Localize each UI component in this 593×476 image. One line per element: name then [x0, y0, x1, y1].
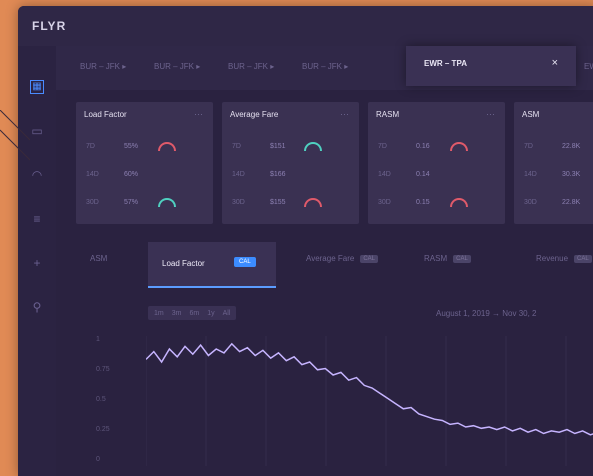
- card-rasm[interactable]: RASM ··· 7D 0.16 14D 0.14 30D 0.15: [368, 102, 505, 224]
- dashboard-icon[interactable]: ▦: [30, 80, 44, 94]
- chart-icon[interactable]: ◠: [30, 168, 44, 182]
- gauge-icon: [450, 142, 468, 151]
- series-line: [146, 342, 593, 436]
- card-row: 14D 30.3K: [524, 171, 581, 178]
- load-factor-chart[interactable]: [146, 336, 593, 476]
- card-title: RASM: [376, 110, 400, 119]
- card-asm[interactable]: ASM 7D 22.8K 14D 30.3K 30D 22.8K: [514, 102, 593, 224]
- route-tab-label: EWR – TPA: [424, 59, 467, 68]
- card-row: 7D $151: [222, 138, 359, 160]
- user-icon[interactable]: ⚲: [30, 300, 44, 314]
- card-title: Load Factor: [84, 110, 127, 119]
- tab-rasm[interactable]: RASM CAL: [424, 254, 471, 263]
- y-tick: 1: [96, 336, 100, 343]
- route-tab[interactable]: BUR – JFK ▸: [154, 62, 200, 71]
- zoom-all[interactable]: All: [220, 310, 234, 317]
- card-title: ASM: [522, 110, 540, 119]
- zoom-selector: 1m 3m 6m 1y All: [148, 306, 237, 320]
- zoom-3m[interactable]: 3m: [169, 310, 185, 317]
- zoom-1y[interactable]: 1y: [204, 310, 217, 317]
- decorative-lines: [0, 110, 30, 161]
- zoom-6m[interactable]: 6m: [186, 310, 202, 317]
- y-tick: 0: [96, 456, 100, 463]
- tab-underline: [148, 286, 276, 288]
- card-row: 30D $155: [222, 194, 359, 216]
- card-row: 7D 55%: [76, 138, 213, 160]
- route-tab[interactable]: EWR: [584, 62, 593, 71]
- more-icon[interactable]: ···: [194, 109, 203, 119]
- kpi-cards: Load Factor ··· 7D 55% 14D 60% 30D 57% Aver…: [76, 102, 593, 226]
- gauge-icon: [450, 198, 468, 207]
- card-row: 30D 22.8K: [524, 199, 581, 206]
- card-title: Average Fare: [230, 110, 279, 119]
- route-tab[interactable]: BUR – JFK ▸: [302, 62, 348, 71]
- card-row: 14D 0.14: [378, 171, 430, 178]
- zoom-1m[interactable]: 1m: [151, 310, 167, 317]
- chart-panel: 1m 3m 6m 1y All August 1, 2019 → Nov 30,…: [76, 292, 593, 476]
- card-load-factor[interactable]: Load Factor ··· 7D 55% 14D 60% 30D 57%: [76, 102, 213, 224]
- brand-logo: FLYR: [32, 19, 67, 33]
- card-row: 14D 60%: [86, 171, 139, 178]
- card-row: 14D $166: [232, 171, 286, 178]
- calendar-icon[interactable]: ▭: [30, 124, 44, 138]
- route-tab-active[interactable]: EWR – TPA ×: [406, 46, 576, 86]
- more-icon[interactable]: ···: [340, 109, 349, 119]
- tab-revenue[interactable]: Revenue CAL: [536, 254, 592, 263]
- card-row: 7D 22.8K: [524, 143, 581, 150]
- gauge-icon: [304, 198, 322, 207]
- card-row: 30D 0.15: [368, 194, 505, 216]
- tab-asm[interactable]: ASM: [90, 254, 107, 263]
- top-bar: FLYR: [18, 6, 593, 46]
- gauge-icon: [304, 142, 322, 151]
- tab-average-fare[interactable]: Average Fare CAL: [306, 254, 378, 263]
- close-icon[interactable]: ×: [552, 57, 558, 69]
- list-icon[interactable]: ≡: [30, 212, 44, 226]
- card-average-fare[interactable]: Average Fare ··· 7D $151 14D $166 30D $155: [222, 102, 359, 224]
- y-tick: 0.75: [96, 366, 110, 373]
- card-row: 7D 0.16: [368, 138, 505, 160]
- plus-icon[interactable]: +: [30, 256, 44, 270]
- route-tab[interactable]: BUR – JFK ▸: [228, 62, 274, 71]
- gauge-icon: [158, 198, 176, 207]
- card-row: 30D 57%: [76, 194, 213, 216]
- tab-load-factor[interactable]: Load Factor CAL: [148, 242, 276, 288]
- more-icon[interactable]: ···: [486, 109, 495, 119]
- date-range[interactable]: August 1, 2019 → Nov 30, 2: [436, 309, 537, 318]
- y-tick: 0.5: [96, 396, 106, 403]
- y-tick: 0.25: [96, 426, 110, 433]
- route-tab[interactable]: BUR – JFK ▸: [80, 62, 126, 71]
- gauge-icon: [158, 142, 176, 151]
- app-window: FLYR ▦ ▭ ◠ ≡ + ⚲ BUR – JFK ▸ BUR – JFK ▸…: [18, 6, 593, 476]
